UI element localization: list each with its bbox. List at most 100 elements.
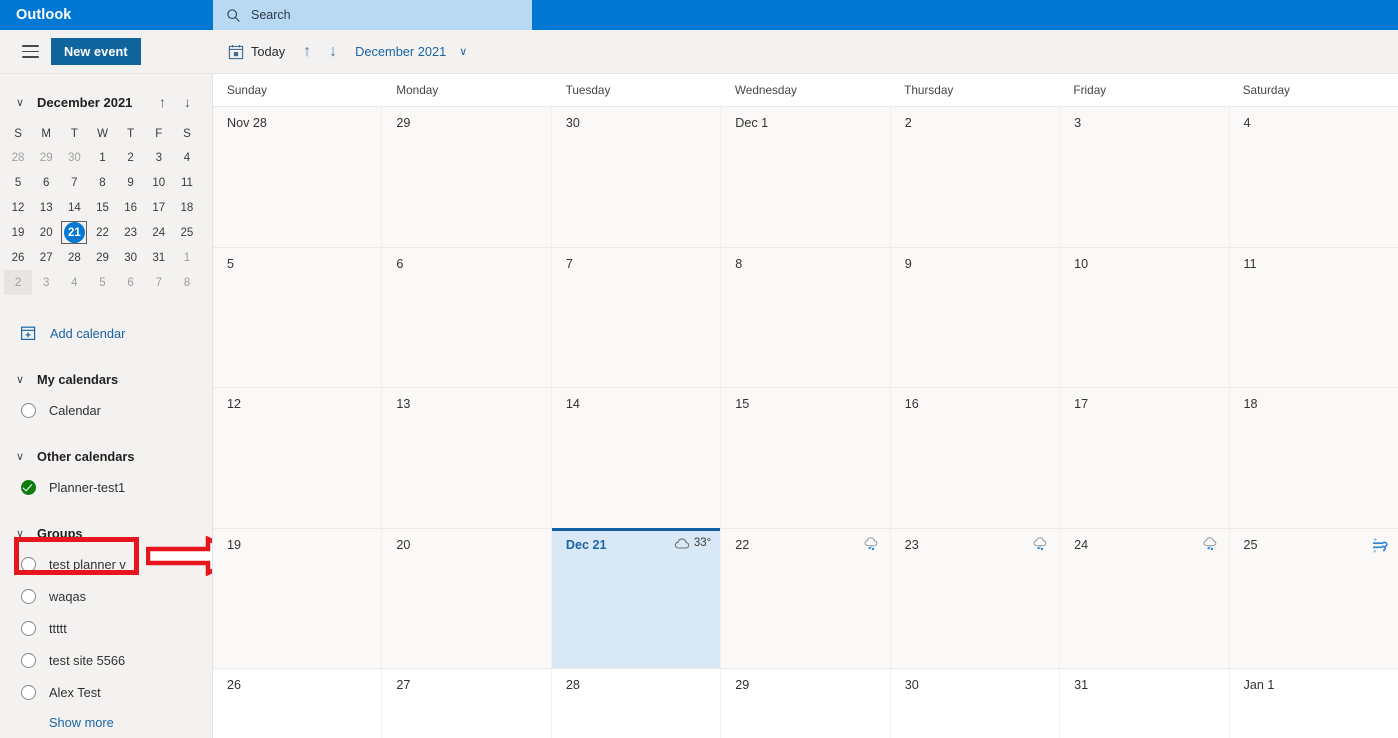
- calendar-list-item[interactable]: test planner v: [0, 548, 212, 580]
- mini-calendar-day[interactable]: 23: [117, 220, 145, 245]
- calendar-list-item[interactable]: waqas: [0, 580, 212, 612]
- mini-calendar-day[interactable]: 4: [173, 145, 201, 170]
- calendar-unchecked-icon[interactable]: [21, 588, 36, 604]
- calendar-day-cell[interactable]: 31: [1060, 669, 1230, 738]
- mini-calendar-day[interactable]: 14: [60, 195, 88, 220]
- calendar-day-cell[interactable]: 30: [551, 107, 722, 247]
- calendar-day-cell[interactable]: 9: [890, 247, 1061, 387]
- section-header-other-calendars[interactable]: ∨ Other calendars: [0, 441, 212, 471]
- calendar-list-item[interactable]: Alex Test: [0, 676, 212, 708]
- calendar-day-cell[interactable]: Jan 1: [1229, 669, 1398, 738]
- mini-calendar-day[interactable]: 1: [88, 145, 116, 170]
- mini-calendar-day[interactable]: 2: [4, 270, 33, 295]
- mini-calendar-day[interactable]: 26: [4, 245, 32, 270]
- calendar-day-cell[interactable]: 19: [213, 528, 383, 668]
- calendar-unchecked-icon[interactable]: [21, 684, 36, 700]
- mini-calendar-day[interactable]: 7: [60, 170, 88, 195]
- mini-calendar-day[interactable]: 4: [60, 270, 88, 295]
- mini-calendar-day[interactable]: 17: [145, 195, 173, 220]
- calendar-day-cell[interactable]: 2: [890, 107, 1061, 247]
- calendar-day-cell[interactable]: 7: [551, 247, 722, 387]
- calendar-day-cell[interactable]: Dec 21 33°: [551, 527, 722, 668]
- calendar-day-cell[interactable]: 27: [382, 669, 552, 738]
- mini-calendar-day[interactable]: 12: [4, 195, 32, 220]
- mini-calendar-day[interactable]: 29: [88, 245, 116, 270]
- chevron-down-icon[interactable]: ∨: [16, 96, 32, 109]
- calendar-unchecked-icon[interactable]: [21, 402, 36, 418]
- mini-calendar-day[interactable]: 21: [60, 220, 88, 245]
- calendar-day-cell[interactable]: Nov 28: [213, 107, 383, 247]
- calendar-day-cell[interactable]: 14: [551, 388, 722, 528]
- mini-calendar-day[interactable]: 25: [173, 220, 201, 245]
- new-event-button[interactable]: New event: [51, 38, 141, 65]
- mini-calendar-day[interactable]: 9: [117, 170, 145, 195]
- mini-calendar-next-icon[interactable]: ↓: [175, 94, 200, 110]
- calendar-list-item[interactable]: Calendar: [0, 394, 212, 426]
- mini-calendar-day[interactable]: 6: [117, 270, 145, 295]
- show-more-link[interactable]: Show more: [0, 708, 212, 738]
- calendar-day-cell[interactable]: 18: [1229, 388, 1398, 528]
- mini-calendar-day[interactable]: 29: [32, 145, 60, 170]
- next-period-button[interactable]: ↓: [320, 36, 346, 68]
- calendar-day-cell[interactable]: 3: [1060, 107, 1230, 247]
- calendar-day-cell[interactable]: 30: [890, 669, 1061, 738]
- calendar-day-cell[interactable]: 23: [890, 528, 1061, 668]
- hamburger-icon[interactable]: [22, 45, 39, 58]
- calendar-day-cell[interactable]: 12: [213, 388, 383, 528]
- calendar-unchecked-icon[interactable]: [21, 620, 36, 636]
- mini-calendar-day[interactable]: 27: [32, 245, 60, 270]
- calendar-checked-icon[interactable]: [21, 479, 36, 495]
- mini-calendar-day[interactable]: 5: [88, 270, 116, 295]
- calendar-day-cell[interactable]: 15: [721, 388, 891, 528]
- calendar-day-cell[interactable]: 17: [1060, 388, 1230, 528]
- date-range-button[interactable]: December 2021 ∨: [346, 36, 476, 68]
- mini-calendar-day[interactable]: 30: [60, 145, 88, 170]
- mini-calendar-day[interactable]: 10: [145, 170, 173, 195]
- mini-calendar-day[interactable]: 1: [173, 245, 201, 270]
- mini-calendar-day[interactable]: 8: [173, 270, 201, 295]
- mini-calendar-day[interactable]: 19: [4, 220, 32, 245]
- mini-calendar-day[interactable]: 18: [173, 195, 201, 220]
- calendar-day-cell[interactable]: 10: [1060, 247, 1230, 387]
- search-input[interactable]: Search: [213, 0, 532, 30]
- calendar-day-cell[interactable]: 25: [1229, 528, 1398, 668]
- calendar-day-cell[interactable]: 5: [213, 247, 383, 387]
- calendar-day-cell[interactable]: Dec 1: [721, 107, 891, 247]
- mini-calendar-day[interactable]: 28: [60, 245, 88, 270]
- mini-calendar-prev-icon[interactable]: ↑: [150, 94, 175, 110]
- calendar-day-cell[interactable]: 24: [1060, 528, 1230, 668]
- calendar-day-cell[interactable]: 29: [382, 107, 552, 247]
- calendar-day-cell[interactable]: 16: [890, 388, 1061, 528]
- section-header-my-calendars[interactable]: ∨ My calendars: [0, 364, 212, 394]
- today-button[interactable]: Today: [219, 36, 294, 68]
- mini-calendar-day[interactable]: 24: [145, 220, 173, 245]
- calendar-day-cell[interactable]: 22: [721, 528, 891, 668]
- calendar-day-cell[interactable]: 26: [213, 669, 383, 738]
- add-calendar-button[interactable]: Add calendar: [0, 317, 212, 349]
- calendar-day-cell[interactable]: 4: [1229, 107, 1398, 247]
- calendar-list-item[interactable]: Planner-test1: [0, 471, 212, 503]
- mini-calendar-day[interactable]: 7: [145, 270, 173, 295]
- mini-calendar-day[interactable]: 3: [32, 270, 60, 295]
- mini-calendar-day[interactable]: 16: [117, 195, 145, 220]
- calendar-list-item[interactable]: test site 5566: [0, 644, 212, 676]
- calendar-day-cell[interactable]: 11: [1229, 247, 1398, 387]
- calendar-unchecked-icon[interactable]: [21, 652, 36, 668]
- mini-calendar-day[interactable]: 8: [88, 170, 116, 195]
- calendar-unchecked-icon[interactable]: [21, 556, 36, 572]
- mini-calendar-day[interactable]: 13: [32, 195, 60, 220]
- calendar-day-cell[interactable]: 6: [382, 247, 552, 387]
- calendar-day-cell[interactable]: 13: [382, 388, 552, 528]
- section-header-groups[interactable]: ∨ Groups: [0, 518, 212, 548]
- calendar-day-cell[interactable]: 28: [551, 669, 722, 738]
- calendar-day-cell[interactable]: 8: [721, 247, 891, 387]
- calendar-list-item[interactable]: ttttt: [0, 612, 212, 644]
- mini-calendar-day[interactable]: 2: [117, 145, 145, 170]
- mini-calendar-day[interactable]: 5: [4, 170, 32, 195]
- mini-calendar-day[interactable]: 11: [173, 170, 201, 195]
- previous-period-button[interactable]: ↑: [294, 36, 320, 68]
- calendar-day-cell[interactable]: 20: [382, 528, 552, 668]
- mini-calendar-day[interactable]: 31: [145, 245, 173, 270]
- mini-calendar-day[interactable]: 20: [32, 220, 60, 245]
- mini-calendar-day[interactable]: 28: [4, 145, 32, 170]
